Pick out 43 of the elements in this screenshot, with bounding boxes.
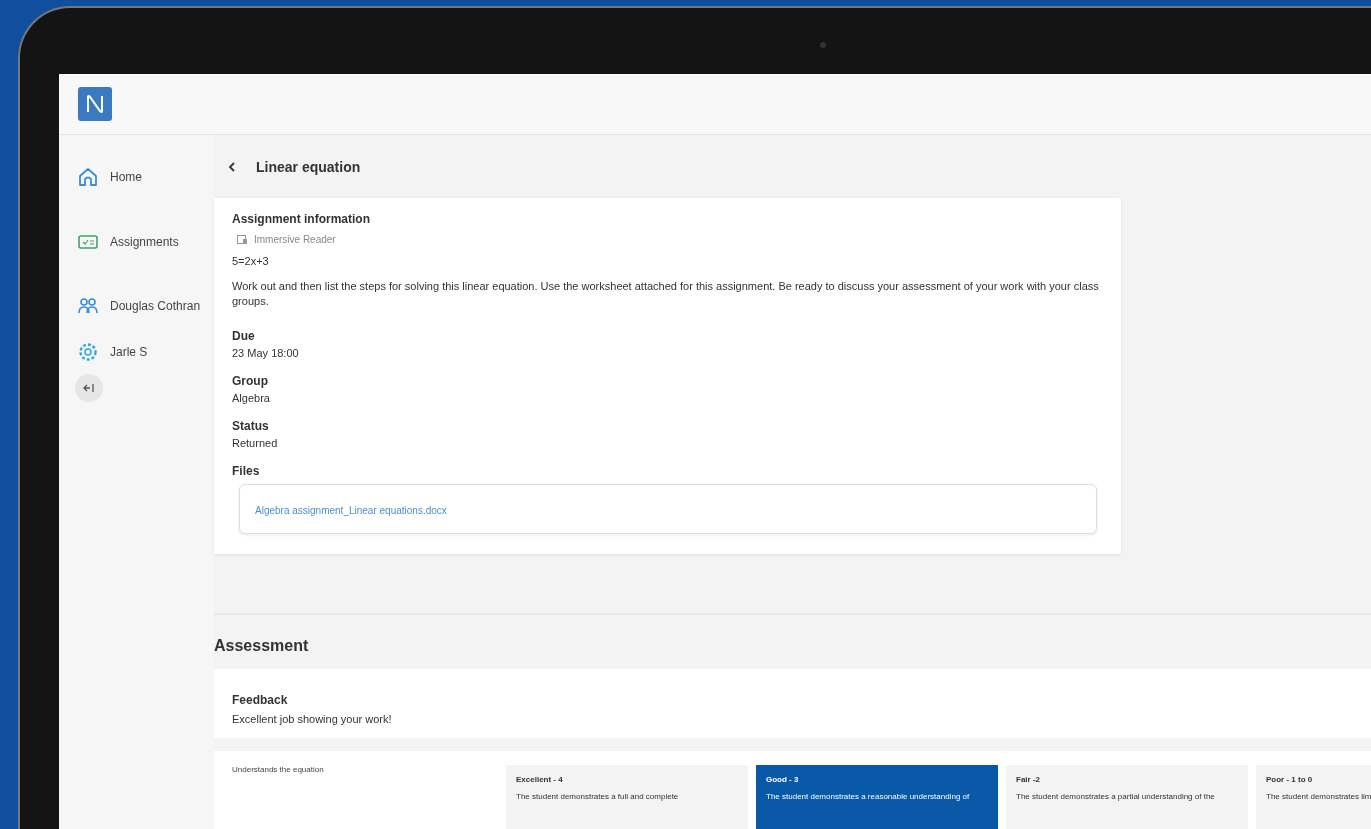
level-title: Excellent - 4 xyxy=(516,775,564,784)
field-value: Algebra xyxy=(232,392,271,404)
page-title: Linear equation xyxy=(256,158,361,175)
level-description: The student demonstrates a partial understanding of the xyxy=(1016,792,1216,801)
equation-text: 5=2x+3 xyxy=(232,255,270,267)
back-icon[interactable] xyxy=(228,161,236,172)
field-value: 23 May 18:00 xyxy=(232,347,300,359)
app-logo-icon xyxy=(78,87,112,121)
rubric-level[interactable]: Poor - 1 to 0 The student demonstrates lim xyxy=(1256,765,1371,829)
feedback-label: Feedback xyxy=(232,693,289,707)
criterion-label: Understands the equation xyxy=(232,765,325,776)
field-label: Due xyxy=(232,329,256,343)
instructions-text: Work out and then list the steps for solving this linear equation. Use the worksheet attached for this assignment. Be ready to discuss your assessment of your work with your class groups. xyxy=(232,279,1100,309)
sidebar-item[interactable]: Home xyxy=(78,165,214,189)
feedback-text: Excellent job showing your work! xyxy=(232,713,393,725)
level-title: Fair -2 xyxy=(1016,775,1041,784)
immersive-reader-button[interactable]: Immersive Reader xyxy=(237,234,1103,245)
field-label: Status xyxy=(232,419,270,433)
level-title: Poor - 1 to 0 xyxy=(1266,775,1314,784)
rubric-level[interactable]: Fair -2 The student demonstrates a partial understanding of the xyxy=(1006,765,1248,829)
rubric-level[interactable]: Good - 3 The student demonstrates a reasonable understanding of xyxy=(756,765,998,829)
card-icon xyxy=(78,235,98,249)
camera-icon xyxy=(820,42,826,48)
level-title: Good - 3 xyxy=(766,775,800,784)
file-link[interactable]: Algebra assignment_Linear equations.docx xyxy=(255,505,447,516)
field-value: Returned xyxy=(232,437,279,449)
level-description: The student demonstrates lim xyxy=(1266,792,1371,801)
reader-icon xyxy=(237,234,248,245)
collapse-button[interactable] xyxy=(75,374,103,402)
collapse-icon xyxy=(83,383,95,393)
field-label: Files xyxy=(232,464,261,478)
sidebar-item[interactable]: Jarle S xyxy=(78,340,214,364)
sidebar-item[interactable]: Douglas Cothran xyxy=(78,294,214,318)
section-title: Assessment xyxy=(214,637,310,655)
rubric-level[interactable]: Excellent - 4 The student demonstrates a full and complete xyxy=(506,765,748,829)
sidebar-item[interactable]: Assignments xyxy=(78,230,214,254)
gear-icon xyxy=(78,342,98,362)
level-description: The student demonstrates a reasonable understanding of xyxy=(766,792,971,801)
level-description: The student demonstrates a full and complete xyxy=(516,792,680,801)
section-heading: Assignment information xyxy=(232,212,371,226)
field-label: Group xyxy=(232,374,269,388)
home-icon xyxy=(78,167,98,187)
people-icon xyxy=(78,297,98,315)
